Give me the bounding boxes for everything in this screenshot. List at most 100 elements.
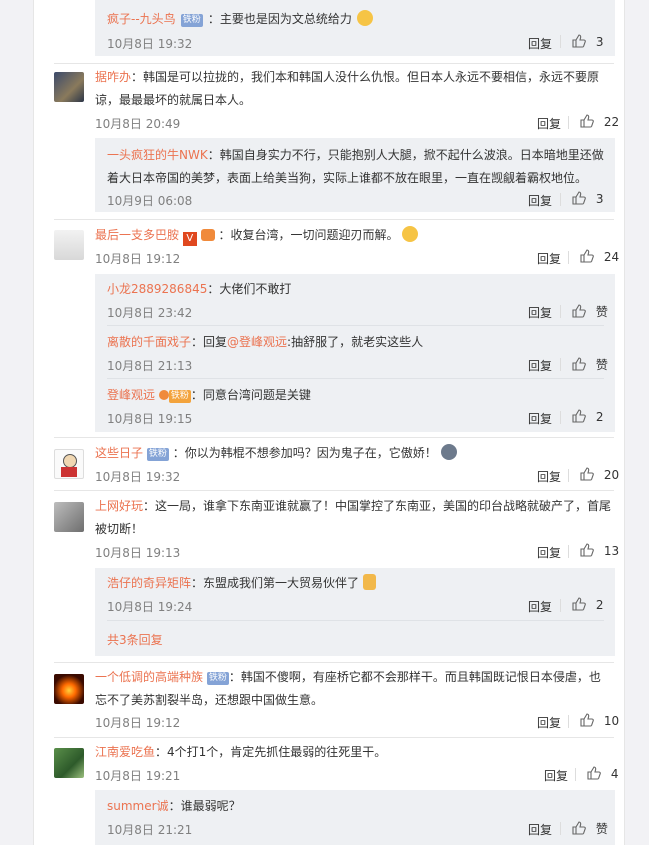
like-count: 赞 xyxy=(595,358,608,372)
thumbs-up-icon xyxy=(572,357,586,371)
like-button[interactable]: 赞 xyxy=(572,303,608,320)
comment-text: ：韩国不傻啊，有座桥它都不会那样干。而且韩国既记恨日本侵虐，也 xyxy=(228,670,601,684)
reply-text: ：韩国自身实力不行，只能抱别人大腿，掀不起什么波浪。日本暗地里还做 xyxy=(207,148,604,162)
divider xyxy=(54,662,614,663)
fan-badge: 铁粉 xyxy=(206,672,229,685)
like-count: 20 xyxy=(603,468,620,482)
divider xyxy=(568,715,569,728)
reply-button[interactable]: 回复 xyxy=(528,35,552,52)
avatar[interactable] xyxy=(54,72,84,102)
like-button[interactable]: 2 xyxy=(572,597,603,612)
reply-username[interactable]: 一头疯狂的牛NWK xyxy=(107,148,208,162)
divider xyxy=(107,325,604,326)
like-button[interactable]: 赞 xyxy=(572,820,608,837)
more-replies-link[interactable]: 共3条回复 xyxy=(107,631,163,648)
thumbs-up-icon xyxy=(580,114,594,128)
reply-button[interactable]: 回复 xyxy=(528,192,552,209)
like-button[interactable]: 24 xyxy=(580,249,619,264)
comment-username[interactable]: 上网好玩 xyxy=(95,499,143,513)
comment-item: 一个低调的高端种族 铁粉 ：韩国不傻啊，有座桥它都不会那样干。而且韩国既记恨日本侵… xyxy=(95,666,610,712)
fan-badge: 铁粉 xyxy=(168,390,191,403)
reply-username[interactable]: 疯子--九头鸟 xyxy=(107,12,176,26)
avatar[interactable] xyxy=(54,674,84,704)
reply-username[interactable]: 小龙2889286845 xyxy=(107,282,207,296)
like-button[interactable]: 赞 xyxy=(572,356,608,373)
divider xyxy=(568,251,569,264)
comment-text: ：你以为韩棍不想参加吗？因为鬼子在，它傲娇！ xyxy=(172,446,437,460)
reply-time: 10月8日 21:13 xyxy=(107,359,193,373)
comment-username[interactable]: 这些日子 xyxy=(95,446,143,460)
comment-time: 10月8日 19:12 xyxy=(95,252,181,266)
like-button[interactable]: 3 xyxy=(572,191,603,206)
thumbs-up-emoji-icon xyxy=(362,574,376,590)
like-count: 2 xyxy=(595,598,604,612)
reply-button[interactable]: 回复 xyxy=(537,250,561,267)
like-count: 赞 xyxy=(595,305,608,319)
reply-username[interactable]: 登峰观远 xyxy=(107,388,155,402)
reply-time: 10月8日 19:32 xyxy=(107,37,193,51)
reply-button[interactable]: 回复 xyxy=(537,115,561,132)
reply-time: 10月8日 21:21 xyxy=(107,823,193,837)
reply-text-cont: :抽舒服了，就老实这些人 xyxy=(287,335,424,349)
reply-button[interactable]: 回复 xyxy=(537,714,561,731)
reply-time: 10月8日 23:42 xyxy=(107,306,193,320)
like-button[interactable]: 3 xyxy=(572,34,603,49)
divider xyxy=(54,63,614,64)
comment-time: 10月8日 19:13 xyxy=(95,546,181,560)
reply-item: 小龙2889286845：大佬们不敢打 xyxy=(107,278,291,301)
reply-button[interactable]: 回复 xyxy=(528,821,552,838)
comment-text-cont: 被切断！ xyxy=(95,522,144,536)
like-button[interactable]: 10 xyxy=(580,713,619,728)
divider xyxy=(568,469,569,482)
reply-item: 浩仔的奇异矩阵：东盟成我们第一大贸易伙伴了 xyxy=(107,572,376,595)
reply-button[interactable]: 回复 xyxy=(528,357,552,374)
thumbs-up-icon xyxy=(587,766,601,780)
avatar[interactable] xyxy=(54,230,84,260)
comment-username[interactable]: 据咋办 xyxy=(95,70,131,84)
like-button[interactable]: 20 xyxy=(580,467,619,482)
like-button[interactable]: 4 xyxy=(587,766,618,781)
comment-item: 上网好玩：这一局，谁拿下东南亚谁就赢了！中国掌控了东南亚，美国的印台战略就破产了… xyxy=(95,495,612,541)
avatar[interactable] xyxy=(54,502,84,532)
reply-button[interactable]: 回复 xyxy=(528,410,552,427)
like-button[interactable]: 2 xyxy=(572,409,603,424)
avatar[interactable] xyxy=(54,748,84,778)
comment-username[interactable]: 江南爱吃鱼 xyxy=(95,745,155,759)
comment-text: ：这一局，谁拿下东南亚谁就赢了！中国掌控了东南亚，美国的印台战略就破产了，首尾 xyxy=(143,499,612,513)
thumbs-up-icon xyxy=(580,249,594,263)
reply-button[interactable]: 回复 xyxy=(537,544,561,561)
comment-item: 最后一支多巴胺 V ：收复台湾，一切问题迎刃而解。 xyxy=(95,224,419,247)
comment-username[interactable]: 最后一支多巴胺 xyxy=(95,228,179,242)
divider xyxy=(560,35,561,48)
divider xyxy=(568,116,569,129)
reply-button[interactable]: 回复 xyxy=(544,767,568,784)
reply-button[interactable]: 回复 xyxy=(528,598,552,615)
like-count: 2 xyxy=(595,410,604,424)
avatar[interactable] xyxy=(54,449,84,479)
reply-button[interactable]: 回复 xyxy=(528,304,552,321)
like-count: 4 xyxy=(610,767,619,781)
like-button[interactable]: 22 xyxy=(580,114,619,129)
reply-text: ：大佬们不敢打 xyxy=(207,282,292,296)
reply-item: 登峰观远 铁粉 ：同意台湾问题是关键 xyxy=(107,384,311,407)
thumbs-up-icon xyxy=(572,34,586,48)
divider xyxy=(560,411,561,424)
reply-text: ：回复 xyxy=(191,335,228,349)
reply-username[interactable]: 浩仔的奇异矩阵 xyxy=(107,576,191,590)
reply-username[interactable]: 离散的千面戏子 xyxy=(107,335,191,349)
comment-time: 10月8日 20:49 xyxy=(95,117,181,131)
divider xyxy=(575,768,576,781)
mention-link[interactable]: @登峰观远 xyxy=(227,335,287,349)
comment-username[interactable]: 一个低调的高端种族 xyxy=(95,670,203,684)
reply-username[interactable]: summer诚 xyxy=(107,799,169,813)
thumbs-up-icon xyxy=(572,191,586,205)
comment-text: ：收复台湾，一切问题迎刃而解。 xyxy=(218,228,399,242)
comment-item: 江南爱吃鱼：4个打1个，肯定先抓住最弱的往死里干。 xyxy=(95,741,386,764)
divider xyxy=(560,193,561,206)
proud-emoji-icon xyxy=(440,444,457,460)
comment-text: ：4个打1个，肯定先抓住最弱的往死里干。 xyxy=(155,745,387,759)
laugh-emoji-icon xyxy=(356,10,373,26)
comment-item: 据咋办：韩国是可以拉拢的，我们本和韩国人没什么仇恨。但日本人永远不要相信，永远不… xyxy=(95,66,610,112)
reply-button[interactable]: 回复 xyxy=(537,468,561,485)
like-button[interactable]: 13 xyxy=(580,543,619,558)
